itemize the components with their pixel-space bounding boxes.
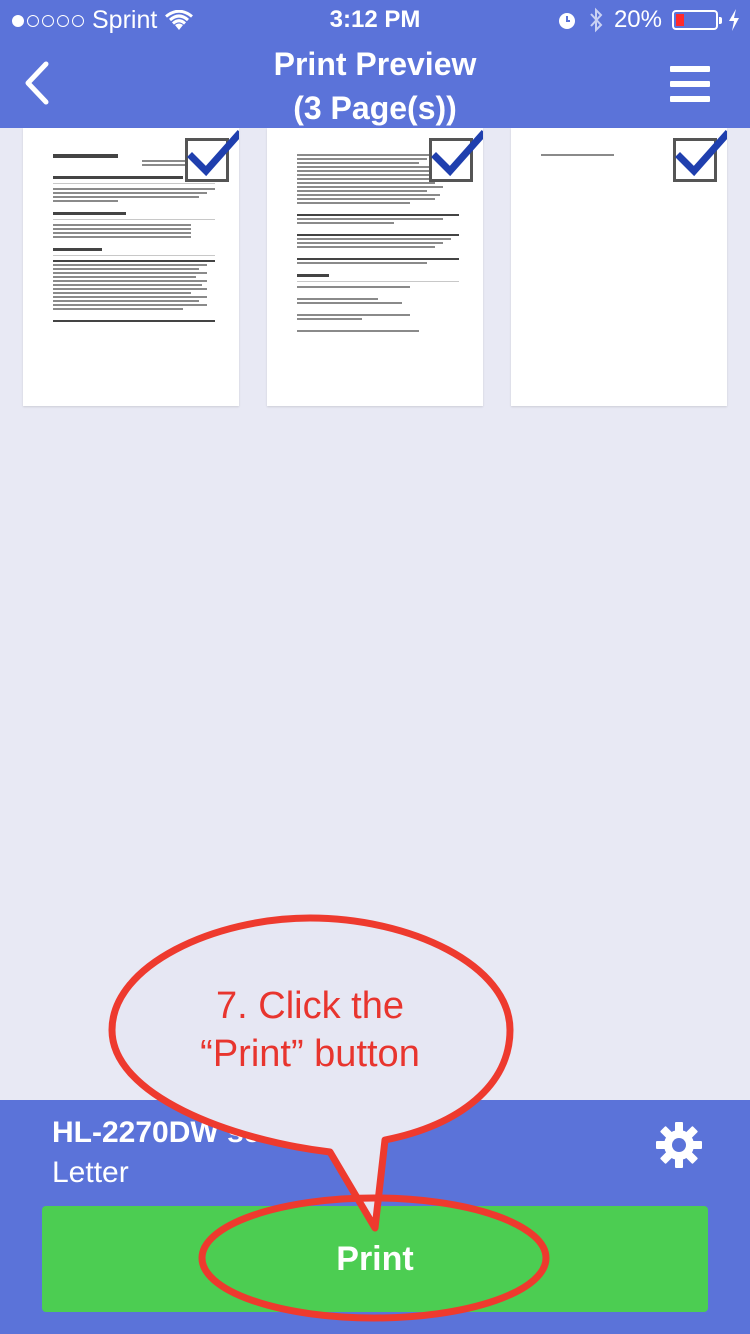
checkmark-icon — [431, 130, 483, 177]
alarm-icon — [558, 13, 575, 29]
status-bar: Sprint 3:12 PM 20% — [0, 0, 750, 40]
top-bar: Sprint 3:12 PM 20% Print Preview (3 Page… — [0, 0, 750, 128]
bluetooth-icon — [590, 7, 603, 33]
page-title: Print Preview (3 Page(s)) — [0, 42, 750, 130]
gear-icon — [656, 1122, 702, 1168]
callout-text: 7. Click the “Print” button — [150, 982, 470, 1078]
charging-icon — [729, 9, 739, 31]
print-button[interactable]: Print — [42, 1206, 708, 1312]
page-previews — [0, 128, 750, 408]
battery-icon — [672, 10, 722, 30]
checkmark-icon — [675, 130, 727, 177]
page-2-checkbox[interactable] — [429, 130, 483, 182]
page-1-checkbox[interactable] — [185, 130, 239, 182]
callout-line-1: 7. Click the — [216, 985, 404, 1027]
paper-size[interactable]: Letter — [52, 1156, 129, 1190]
page-3-checkbox[interactable] — [673, 130, 727, 182]
battery-percent: 20% — [613, 6, 662, 33]
settings-button[interactable] — [654, 1120, 704, 1170]
printer-name[interactable]: HL-2270DW se — [52, 1116, 260, 1150]
printer-panel: HL-2270DW se Letter Print — [0, 1100, 750, 1334]
status-right: 20% — [556, 6, 740, 34]
callout-line-2: “Print” button — [200, 1033, 420, 1075]
page-count: (3 Page(s)) — [293, 90, 457, 126]
menu-button[interactable] — [670, 66, 710, 102]
checkmark-icon — [187, 130, 239, 177]
page-title-line1: Print Preview — [273, 46, 477, 82]
hamburger-icon — [670, 66, 710, 72]
page-thumbnail-3[interactable] — [511, 128, 727, 406]
page-thumbnail-2[interactable] — [267, 128, 483, 406]
page-thumbnail-1[interactable] — [23, 128, 239, 406]
